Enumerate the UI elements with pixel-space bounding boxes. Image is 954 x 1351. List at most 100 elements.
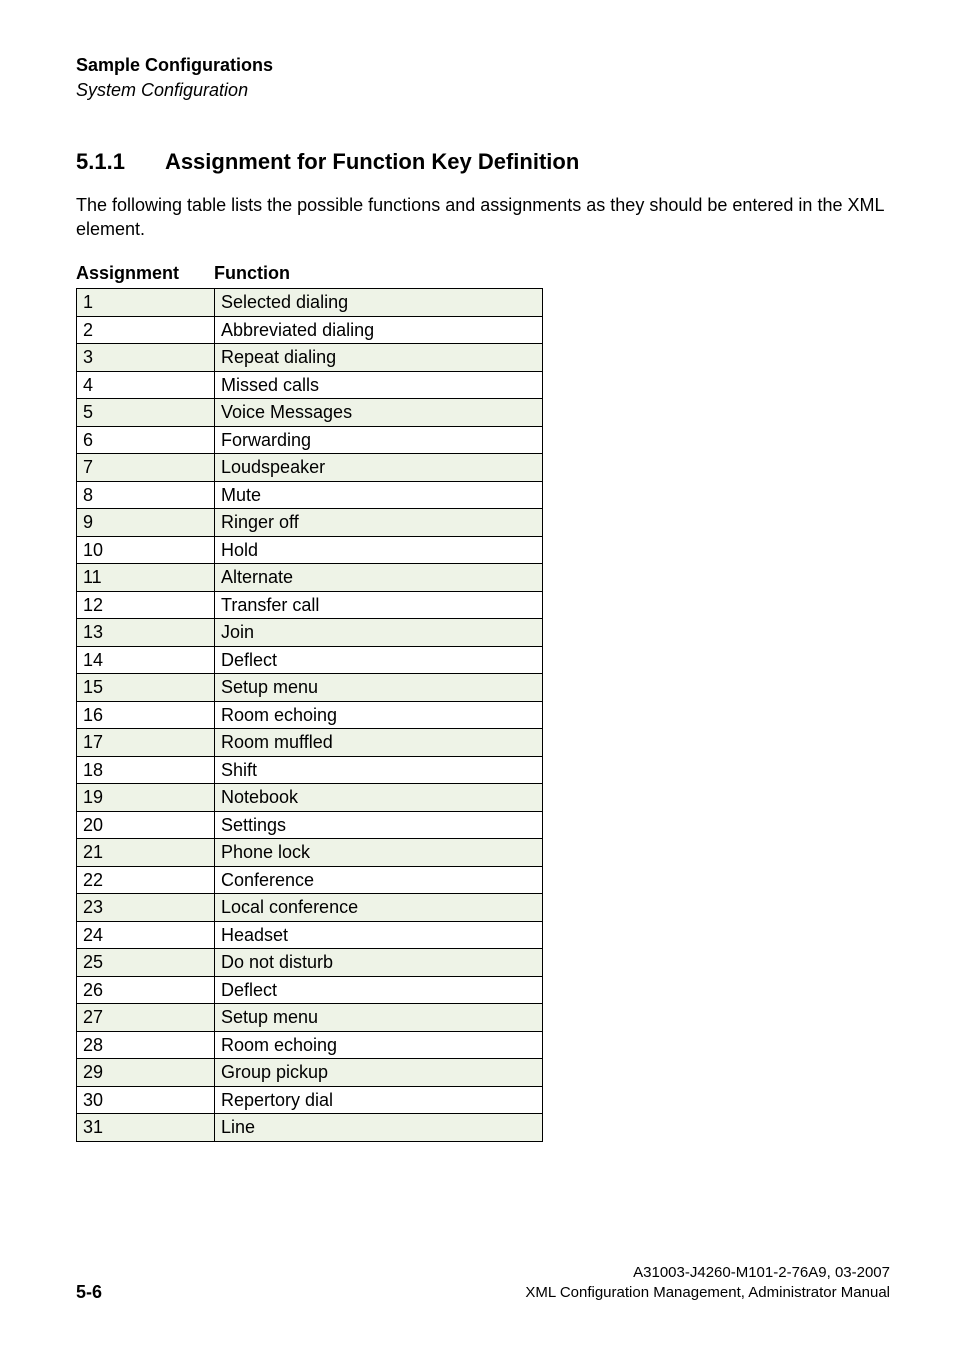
cell-function: Room echoing (215, 701, 543, 729)
table-row: 15Setup menu (77, 674, 543, 702)
cell-assignment: 27 (77, 1004, 215, 1032)
cell-assignment: 1 (77, 289, 215, 317)
table-row: 13Join (77, 619, 543, 647)
cell-function: Mute (215, 481, 543, 509)
section-title: Assignment for Function Key Definition (165, 149, 579, 175)
cell-function: Room echoing (215, 1031, 543, 1059)
cell-assignment: 21 (77, 839, 215, 867)
cell-assignment: 17 (77, 729, 215, 757)
cell-function: Notebook (215, 784, 543, 812)
cell-assignment: 20 (77, 811, 215, 839)
table-row: 5Voice Messages (77, 399, 543, 427)
cell-assignment: 30 (77, 1086, 215, 1114)
cell-assignment: 3 (77, 344, 215, 372)
table-row: 10Hold (77, 536, 543, 564)
table-row: 9Ringer off (77, 509, 543, 537)
table-row: 23Local conference (77, 894, 543, 922)
cell-assignment: 25 (77, 949, 215, 977)
page-number: 5-6 (76, 1282, 102, 1303)
table-row: 14Deflect (77, 646, 543, 674)
table-row: 31Line (77, 1114, 543, 1142)
table-row: 28Room echoing (77, 1031, 543, 1059)
table-header-row: Assignment Function (76, 263, 890, 288)
cell-assignment: 10 (77, 536, 215, 564)
cell-function: Voice Messages (215, 399, 543, 427)
cell-function: Conference (215, 866, 543, 894)
col-header-function: Function (214, 263, 290, 288)
cell-assignment: 4 (77, 371, 215, 399)
cell-assignment: 18 (77, 756, 215, 784)
cell-function: Hold (215, 536, 543, 564)
cell-assignment: 14 (77, 646, 215, 674)
table-row: 20Settings (77, 811, 543, 839)
cell-function: Headset (215, 921, 543, 949)
section-heading: 5.1.1 Assignment for Function Key Defini… (76, 149, 890, 175)
col-header-assignment: Assignment (76, 263, 214, 288)
cell-function: Selected dialing (215, 289, 543, 317)
table-row: 26Deflect (77, 976, 543, 1004)
cell-assignment: 15 (77, 674, 215, 702)
cell-assignment: 7 (77, 454, 215, 482)
table-row: 17Room muffled (77, 729, 543, 757)
cell-assignment: 24 (77, 921, 215, 949)
table-row: 12Transfer call (77, 591, 543, 619)
cell-function: Room muffled (215, 729, 543, 757)
cell-function: Group pickup (215, 1059, 543, 1087)
cell-function: Settings (215, 811, 543, 839)
cell-function: Abbreviated dialing (215, 316, 543, 344)
cell-function: Setup menu (215, 674, 543, 702)
table-row: 8Mute (77, 481, 543, 509)
cell-function: Missed calls (215, 371, 543, 399)
cell-assignment: 2 (77, 316, 215, 344)
cell-assignment: 28 (77, 1031, 215, 1059)
cell-function: Deflect (215, 646, 543, 674)
cell-assignment: 29 (77, 1059, 215, 1087)
cell-function: Setup menu (215, 1004, 543, 1032)
table-row: 11Alternate (77, 564, 543, 592)
cell-function: Phone lock (215, 839, 543, 867)
cell-assignment: 26 (77, 976, 215, 1004)
cell-function: Join (215, 619, 543, 647)
table-row: 29Group pickup (77, 1059, 543, 1087)
section-number: 5.1.1 (76, 149, 125, 175)
cell-assignment: 9 (77, 509, 215, 537)
table-row: 2Abbreviated dialing (77, 316, 543, 344)
cell-assignment: 11 (77, 564, 215, 592)
assignment-table: 1Selected dialing2Abbreviated dialing3Re… (76, 288, 543, 1142)
table-row: 25Do not disturb (77, 949, 543, 977)
cell-function: Repeat dialing (215, 344, 543, 372)
table-row: 24Headset (77, 921, 543, 949)
footer-doc-id: A31003-J4260-M101-2-76A9, 03-2007 (525, 1263, 890, 1283)
cell-assignment: 12 (77, 591, 215, 619)
cell-assignment: 8 (77, 481, 215, 509)
cell-function: Local conference (215, 894, 543, 922)
table-row: 22Conference (77, 866, 543, 894)
cell-function: Repertory dial (215, 1086, 543, 1114)
table-row: 30Repertory dial (77, 1086, 543, 1114)
cell-function: Do not disturb (215, 949, 543, 977)
footer-doc-title: XML Configuration Management, Administra… (525, 1283, 890, 1303)
table-row: 19Notebook (77, 784, 543, 812)
cell-function: Shift (215, 756, 543, 784)
page-header-subtitle: System Configuration (76, 79, 890, 102)
cell-function: Forwarding (215, 426, 543, 454)
cell-function: Ringer off (215, 509, 543, 537)
table-row: 7Loudspeaker (77, 454, 543, 482)
cell-assignment: 19 (77, 784, 215, 812)
table-row: 16Room echoing (77, 701, 543, 729)
table-row: 18Shift (77, 756, 543, 784)
table-row: 27Setup menu (77, 1004, 543, 1032)
cell-assignment: 5 (77, 399, 215, 427)
cell-function: Loudspeaker (215, 454, 543, 482)
table-row: 1Selected dialing (77, 289, 543, 317)
table-row: 3Repeat dialing (77, 344, 543, 372)
table-row: 21Phone lock (77, 839, 543, 867)
cell-assignment: 16 (77, 701, 215, 729)
table-row: 6Forwarding (77, 426, 543, 454)
cell-function: Alternate (215, 564, 543, 592)
page-footer: 5-6 A31003-J4260-M101-2-76A9, 03-2007 XM… (76, 1263, 890, 1304)
page-header-title: Sample Configurations (76, 54, 890, 77)
cell-function: Deflect (215, 976, 543, 1004)
intro-paragraph: The following table lists the possible f… (76, 193, 890, 242)
cell-function: Line (215, 1114, 543, 1142)
